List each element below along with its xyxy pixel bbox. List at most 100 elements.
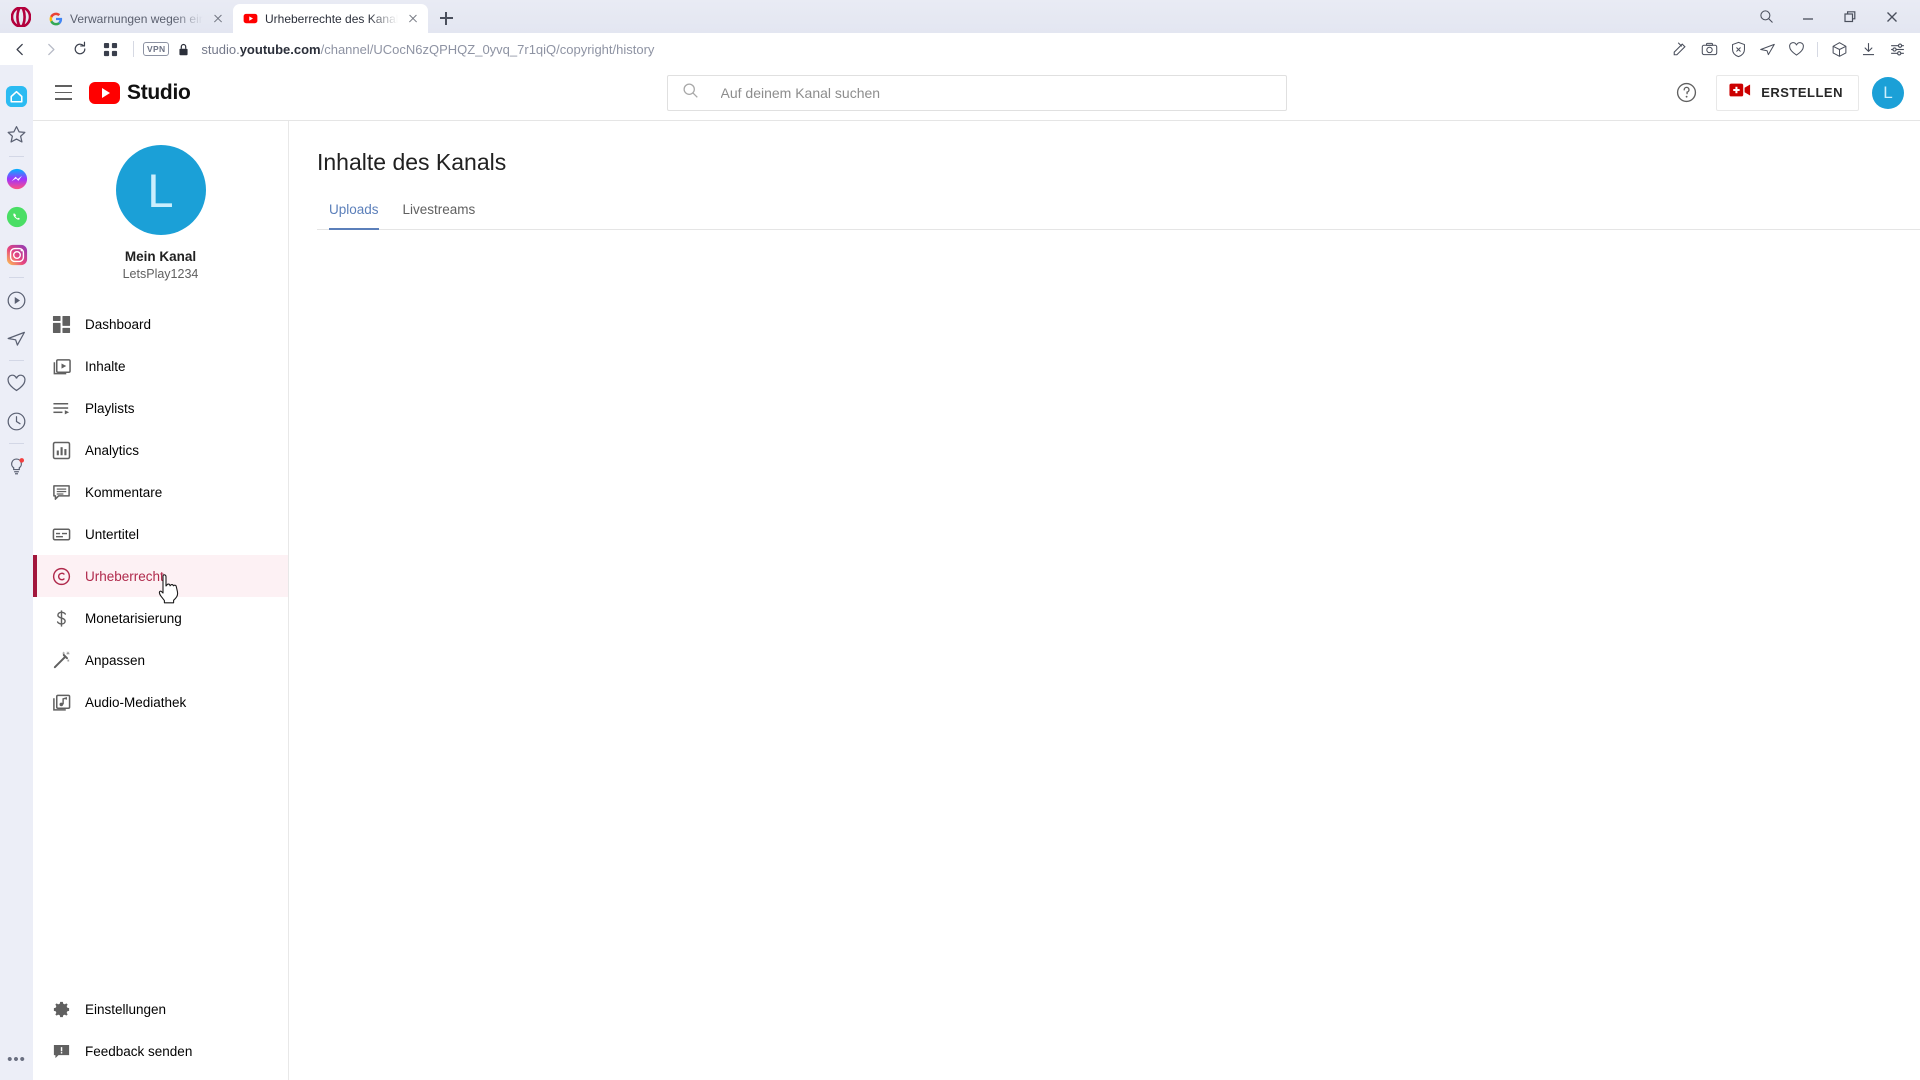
create-button[interactable]: ERSTELLEN [1716, 74, 1859, 111]
tab-livestreams[interactable]: Livestreams [391, 202, 488, 229]
divider [9, 360, 24, 361]
content-tabs: Uploads Livestreams [317, 202, 1920, 230]
back-arrow-icon[interactable] [6, 36, 34, 62]
channel-handle: LetsPlay1234 [122, 267, 199, 281]
playlist-icon [37, 399, 85, 418]
sidebar-item-label: Dashboard [85, 316, 152, 332]
heart-icon[interactable] [0, 364, 33, 402]
divider [9, 277, 24, 278]
studio-search-wrap [666, 74, 1287, 111]
sidebar-item-untertitel[interactable]: Untertitel [33, 513, 288, 555]
google-g-icon [48, 11, 63, 26]
studio-brand[interactable]: Studio [89, 81, 191, 105]
sidebar-item-label: Monetarisierung [85, 610, 182, 626]
studio-header: Studio Auf deinem Kanal suchen ERSTELLEN… [33, 65, 1920, 121]
tab-title: Urheberrechte des Kanals [265, 11, 398, 26]
comment-icon [37, 483, 85, 502]
more-dots-icon[interactable]: ••• [0, 1046, 33, 1072]
favorites-star-icon[interactable] [0, 115, 33, 153]
sidebar-item-playlists[interactable]: Playlists [33, 387, 288, 429]
crypto-wallet-icon[interactable] [1826, 36, 1852, 62]
create-button-label: ERSTELLEN [1761, 85, 1843, 100]
speed-dial-icon[interactable] [96, 36, 124, 62]
svg-text:✳: ✳ [65, 651, 69, 657]
video-plus-icon [1729, 82, 1751, 103]
restore-icon[interactable] [1830, 2, 1870, 32]
reload-icon[interactable] [66, 36, 94, 62]
sidebar-item-anpassen[interactable]: ✳ ✳ ✳ Anpassen [33, 639, 288, 681]
studio-main-content: Inhalte des Kanals Uploads Livestreams [289, 121, 1920, 1080]
youtube-icon [243, 11, 258, 26]
tips-bulb-icon[interactable] [0, 447, 33, 485]
sidebar-item-audio-mediathek[interactable]: Audio-Mediathek [33, 681, 288, 723]
sidebar-item-feedback-senden[interactable]: Feedback senden [33, 1030, 288, 1072]
tab-close-icon[interactable] [405, 11, 421, 27]
download-icon[interactable] [1855, 36, 1881, 62]
ad-blocker-shield-icon[interactable] [1725, 36, 1751, 62]
channel-avatar[interactable]: L [115, 145, 206, 235]
player-icon[interactable] [0, 281, 33, 319]
opera-logo-icon[interactable] [4, 0, 38, 33]
instagram-icon[interactable] [0, 236, 33, 274]
svg-text:✳: ✳ [66, 658, 70, 662]
opera-sidebar-bottom: ••• [0, 1046, 33, 1080]
telegram-icon[interactable] [0, 319, 33, 357]
snapshot-edit-icon[interactable] [1667, 36, 1693, 62]
close-icon[interactable] [1872, 2, 1912, 32]
messenger-icon[interactable] [0, 160, 33, 198]
studio-brand-text: Studio [127, 80, 191, 104]
avatar[interactable]: L [1872, 76, 1904, 109]
search-input[interactable] [720, 84, 1272, 101]
subtitles-icon [37, 525, 85, 544]
url-input[interactable]: studio.youtube.com/channel/UCocN6zQPHQZ_… [201, 36, 1655, 62]
search-box[interactable] [666, 74, 1287, 111]
vpn-badge[interactable]: VPN [143, 42, 170, 56]
sidebar-item-analytics[interactable]: Analytics [33, 429, 288, 471]
divider [133, 41, 134, 57]
analytics-bar-icon [37, 441, 85, 460]
heart-icon[interactable] [1783, 36, 1809, 62]
new-tab-button[interactable] [432, 4, 460, 32]
browser-tab[interactable]: Verwarnungen wegen eine [38, 4, 233, 33]
tab-close-icon[interactable] [210, 11, 226, 27]
sidebar-item-dashboard[interactable]: Dashboard [33, 303, 288, 345]
address-bar-row: VPN studio.youtube.com/channel/UCocN6zQP… [0, 33, 1920, 65]
history-clock-icon[interactable] [0, 402, 33, 440]
camera-icon[interactable] [1696, 36, 1722, 62]
sidebar-item-label: Playlists [85, 400, 135, 416]
channel-name: Mein Kanal [124, 249, 197, 264]
sidebar-item-kommentare[interactable]: Kommentare [33, 471, 288, 513]
copyright-icon [37, 567, 85, 586]
browser-toolbar-icons [1667, 36, 1910, 62]
search-icon[interactable] [1746, 2, 1786, 32]
lock-icon[interactable] [177, 43, 190, 56]
sidebar-item-label: Untertitel [85, 526, 140, 542]
help-circle-icon[interactable] [1669, 76, 1703, 110]
studio-header-actions: ERSTELLEN L [1669, 74, 1904, 111]
opera-sidebar: ••• [0, 65, 33, 1080]
sidebar-item-label: Einstellungen [85, 1001, 167, 1017]
sidebar-item-label: Anpassen [85, 652, 146, 668]
sidebar-item-monetarisierung[interactable]: Monetarisierung [33, 597, 288, 639]
divider [1817, 41, 1818, 57]
feedback-icon [37, 1042, 85, 1061]
sidebar-item-label: Audio-Mediathek [85, 694, 187, 710]
sidebar-item-einstellungen[interactable]: Einstellungen [33, 988, 288, 1030]
home-icon[interactable] [0, 77, 33, 115]
browser-tab[interactable]: Urheberrechte des Kanals [233, 4, 428, 33]
easy-setup-icon[interactable] [1884, 36, 1910, 62]
send-telegram-icon[interactable] [1754, 36, 1780, 62]
dashboard-icon [37, 315, 85, 334]
sidebar-item-urheberrecht[interactable]: Urheberrecht [33, 555, 288, 597]
sidebar-item-inhalte[interactable]: Inhalte [33, 345, 288, 387]
page-title: Inhalte des Kanals [317, 149, 507, 175]
sidebar-item-label: Kommentare [85, 484, 163, 500]
sidebar-bottom: Einstellungen Feedback senden [33, 988, 288, 1080]
hamburger-menu-icon[interactable] [43, 73, 83, 113]
tab-strip: Verwarnungen wegen eine Urheberrechte de… [0, 0, 1920, 33]
tab-uploads[interactable]: Uploads [317, 202, 391, 230]
whatsapp-icon[interactable] [0, 198, 33, 236]
minimize-icon[interactable] [1788, 2, 1828, 32]
forward-arrow-icon[interactable] [36, 36, 64, 62]
